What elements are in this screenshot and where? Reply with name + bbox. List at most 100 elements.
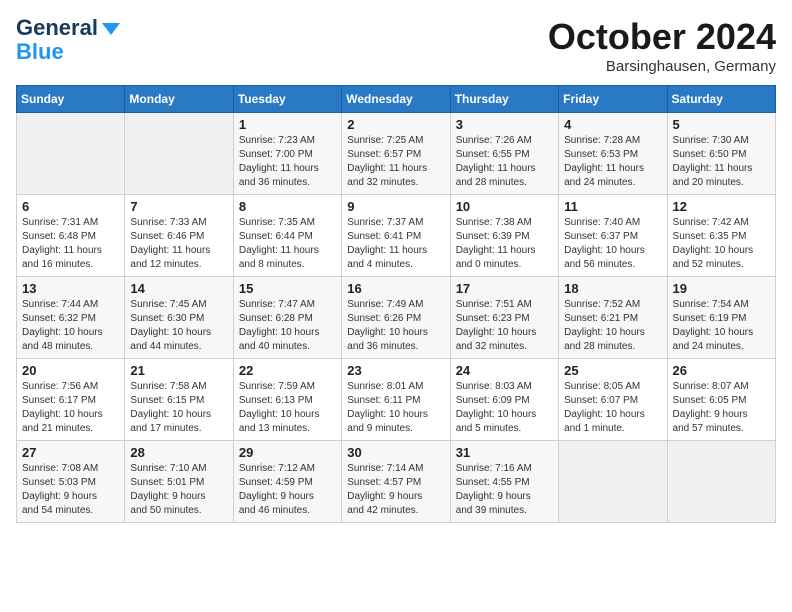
calendar-cell: 3Sunrise: 7:26 AM Sunset: 6:55 PM Daylig… [450,113,558,195]
day-info: Sunrise: 8:07 AM Sunset: 6:05 PM Dayligh… [673,380,770,436]
calendar-cell: 21 Sunrise: 7:58 AM Sunset: 6:15 PM Dayli… [125,359,233,441]
day-info: Sunrise: 7:49 AM Sunset: 6:26 PM Dayligh… [347,298,444,354]
day-number: 28 [130,445,227,460]
day-info: Sunrise: 7:37 AM Sunset: 6:41 PM Dayligh… [347,216,444,272]
calendar-cell: 20 Sunrise: 7:56 AM Sunset: 6:17 PM Dayli… [17,359,125,441]
day-info: Sunrise: 7:44 AM Sunset: 6:32 PM Dayligh… [22,298,119,354]
day-number: 16 [347,281,444,296]
calendar-cell: 22Sunrise: 7:59 AM Sunset: 6:13 PM Dayli… [233,359,341,441]
calendar-cell: 15Sunrise: 7:47 AM Sunset: 6:28 PM Dayli… [233,277,341,359]
calendar-cell: 27 Sunrise: 7:08 AM Sunset: 5:03 PM Dayli… [17,441,125,523]
calendar-cell: 24 Sunrise: 8:03 AM Sunset: 6:09 PM Dayli… [450,359,558,441]
day-number: 18 [564,281,661,296]
calendar-cell: 13 Sunrise: 7:44 AM Sunset: 6:32 PM Dayli… [17,277,125,359]
weekday-header-thursday: Thursday [450,86,558,113]
week-row-2: 6 Sunrise: 7:31 AM Sunset: 6:48 PM Daylig… [17,195,776,277]
day-info: Sunrise: 7:40 AM Sunset: 6:37 PM Dayligh… [564,216,661,272]
weekday-header-saturday: Saturday [667,86,775,113]
day-number: 31 [456,445,553,460]
day-info: Sunrise: 7:56 AM Sunset: 6:17 PM Dayligh… [22,380,119,436]
day-info: Sunrise: 7:38 AM Sunset: 6:39 PM Dayligh… [456,216,553,272]
day-info: Sunrise: 7:25 AM Sunset: 6:57 PM Dayligh… [347,134,444,190]
day-info: Sunrise: 7:08 AM Sunset: 5:03 PM Dayligh… [22,462,119,518]
day-number: 30 [347,445,444,460]
calendar-cell: 18 Sunrise: 7:52 AM Sunset: 6:21 PM Dayli… [559,277,667,359]
day-number: 11 [564,199,661,214]
calendar-cell: 29 Sunrise: 7:12 AM Sunset: 4:59 PM Dayli… [233,441,341,523]
day-number: 24 [456,363,553,378]
calendar-cell: 17 Sunrise: 7:51 AM Sunset: 6:23 PM Dayli… [450,277,558,359]
day-number: 10 [456,199,553,214]
calendar-cell: 26 Sunrise: 8:07 AM Sunset: 6:05 PM Dayli… [667,359,775,441]
calendar-cell: 12Sunrise: 7:42 AM Sunset: 6:35 PM Dayli… [667,195,775,277]
calendar-cell: 25Sunrise: 8:05 AM Sunset: 6:07 PM Dayli… [559,359,667,441]
calendar-cell: 19 Sunrise: 7:54 AM Sunset: 6:19 PM Dayli… [667,277,775,359]
calendar-cell: 11 Sunrise: 7:40 AM Sunset: 6:37 PM Dayli… [559,195,667,277]
day-info: Sunrise: 7:35 AM Sunset: 6:44 PM Dayligh… [239,216,336,272]
calendar-cell: 1Sunrise: 7:23 AM Sunset: 7:00 PM Daylig… [233,113,341,195]
day-info: Sunrise: 7:16 AM Sunset: 4:55 PM Dayligh… [456,462,553,518]
day-info: Sunrise: 7:14 AM Sunset: 4:57 PM Dayligh… [347,462,444,518]
day-number: 8 [239,199,336,214]
day-number: 9 [347,199,444,214]
week-row-5: 27 Sunrise: 7:08 AM Sunset: 5:03 PM Dayli… [17,441,776,523]
day-info: Sunrise: 7:23 AM Sunset: 7:00 PM Dayligh… [239,134,336,190]
day-info: Sunrise: 7:51 AM Sunset: 6:23 PM Dayligh… [456,298,553,354]
logo-text: General [16,16,98,40]
calendar-cell: 7Sunrise: 7:33 AM Sunset: 6:46 PM Daylig… [125,195,233,277]
day-info: Sunrise: 7:58 AM Sunset: 6:15 PM Dayligh… [130,380,227,436]
weekday-header-monday: Monday [125,86,233,113]
calendar-cell [667,441,775,523]
weekday-header-row: SundayMondayTuesdayWednesdayThursdayFrid… [17,86,776,113]
day-number: 26 [673,363,770,378]
calendar-cell: 5 Sunrise: 7:30 AM Sunset: 6:50 PM Daylig… [667,113,775,195]
weekday-header-wednesday: Wednesday [342,86,450,113]
day-info: Sunrise: 7:12 AM Sunset: 4:59 PM Dayligh… [239,462,336,518]
location: Barsinghausen, Germany [548,58,776,75]
day-number: 5 [673,117,770,132]
month-title: October 2024 [548,16,776,58]
week-row-1: 1Sunrise: 7:23 AM Sunset: 7:00 PM Daylig… [17,113,776,195]
title-block: October 2024 Barsinghausen, Germany [548,16,776,75]
day-info: Sunrise: 7:28 AM Sunset: 6:53 PM Dayligh… [564,134,661,190]
day-info: Sunrise: 8:01 AM Sunset: 6:11 PM Dayligh… [347,380,444,436]
day-info: Sunrise: 7:30 AM Sunset: 6:50 PM Dayligh… [673,134,770,190]
day-info: Sunrise: 7:10 AM Sunset: 5:01 PM Dayligh… [130,462,227,518]
calendar-cell: 2Sunrise: 7:25 AM Sunset: 6:57 PM Daylig… [342,113,450,195]
weekday-header-friday: Friday [559,86,667,113]
calendar-cell: 31 Sunrise: 7:16 AM Sunset: 4:55 PM Dayli… [450,441,558,523]
day-number: 27 [22,445,119,460]
calendar-cell: 28 Sunrise: 7:10 AM Sunset: 5:01 PM Dayli… [125,441,233,523]
day-number: 17 [456,281,553,296]
day-number: 19 [673,281,770,296]
logo: General Blue [16,16,122,64]
week-row-4: 20 Sunrise: 7:56 AM Sunset: 6:17 PM Dayli… [17,359,776,441]
calendar-cell: 4Sunrise: 7:28 AM Sunset: 6:53 PM Daylig… [559,113,667,195]
logo-blue: Blue [16,40,64,64]
weekday-header-sunday: Sunday [17,86,125,113]
calendar-cell: 23 Sunrise: 8:01 AM Sunset: 6:11 PM Dayli… [342,359,450,441]
calendar-cell [17,113,125,195]
day-info: Sunrise: 7:26 AM Sunset: 6:55 PM Dayligh… [456,134,553,190]
day-info: Sunrise: 7:54 AM Sunset: 6:19 PM Dayligh… [673,298,770,354]
day-number: 21 [130,363,227,378]
day-info: Sunrise: 7:59 AM Sunset: 6:13 PM Dayligh… [239,380,336,436]
day-info: Sunrise: 7:52 AM Sunset: 6:21 PM Dayligh… [564,298,661,354]
calendar-cell: 30 Sunrise: 7:14 AM Sunset: 4:57 PM Dayli… [342,441,450,523]
day-info: Sunrise: 8:03 AM Sunset: 6:09 PM Dayligh… [456,380,553,436]
day-info: Sunrise: 7:31 AM Sunset: 6:48 PM Dayligh… [22,216,119,272]
calendar-cell: 9 Sunrise: 7:37 AM Sunset: 6:41 PM Daylig… [342,195,450,277]
day-number: 29 [239,445,336,460]
calendar-cell [559,441,667,523]
weekday-header-tuesday: Tuesday [233,86,341,113]
calendar-table: SundayMondayTuesdayWednesdayThursdayFrid… [16,85,776,523]
day-info: Sunrise: 7:42 AM Sunset: 6:35 PM Dayligh… [673,216,770,272]
calendar-cell: 16 Sunrise: 7:49 AM Sunset: 6:26 PM Dayli… [342,277,450,359]
week-row-3: 13 Sunrise: 7:44 AM Sunset: 6:32 PM Dayli… [17,277,776,359]
day-number: 20 [22,363,119,378]
day-number: 23 [347,363,444,378]
calendar-cell: 14Sunrise: 7:45 AM Sunset: 6:30 PM Dayli… [125,277,233,359]
day-number: 13 [22,281,119,296]
day-number: 6 [22,199,119,214]
day-number: 25 [564,363,661,378]
